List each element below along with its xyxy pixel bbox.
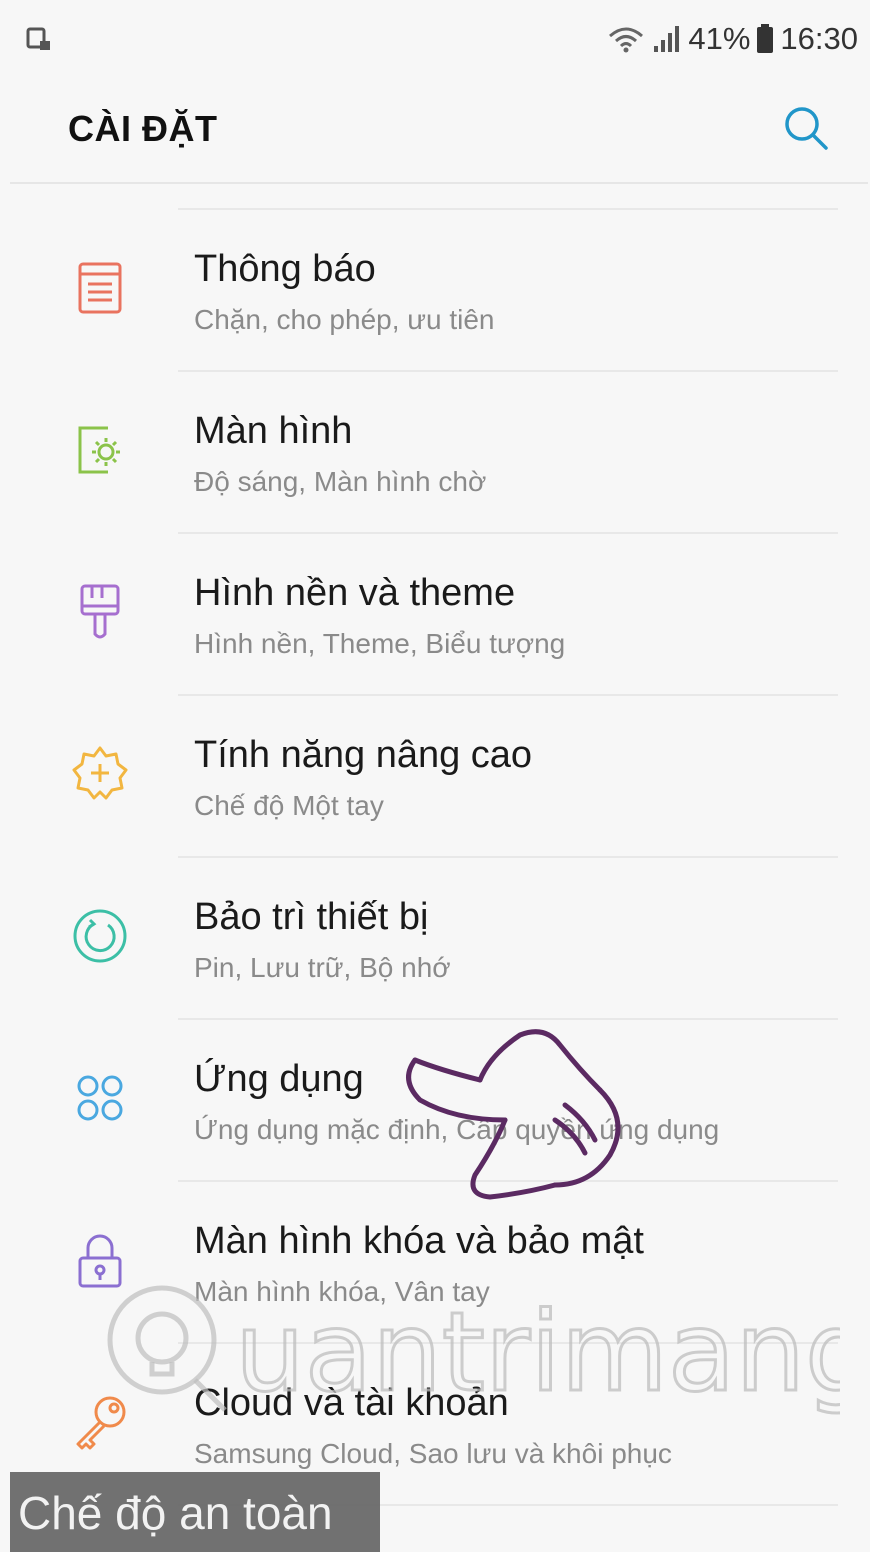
signal-icon: [652, 24, 682, 54]
settings-item-title: Thông báo: [194, 248, 376, 290]
safe-mode-label: Chế độ an toàn: [18, 1487, 333, 1539]
settings-item-subtitle: Màn hình khóa, Vân tay: [194, 1276, 490, 1307]
advanced-features-icon: [68, 742, 132, 806]
key-icon: [68, 1390, 132, 1454]
settings-item-title: Bảo trì thiết bị: [194, 896, 429, 938]
settings-item-subtitle: Độ sáng, Màn hình chờ: [194, 466, 487, 497]
settings-item-subtitle: Chặn, cho phép, ưu tiên: [194, 304, 495, 335]
device-maintenance-icon: [68, 904, 132, 968]
wifi-icon: [606, 24, 646, 54]
settings-item-apps[interactable]: Ứng dụng Ứng dụng mặc định, Cấp quyền ứn…: [0, 1020, 870, 1182]
page-title: CÀI ĐẶT: [68, 108, 218, 149]
settings-item-notifications[interactable]: Thông báo Chặn, cho phép, ưu tiên: [0, 210, 870, 372]
settings-item-title: Cloud và tài khoản: [194, 1382, 509, 1424]
safe-mode-banner: Chế độ an toàn: [10, 1472, 380, 1552]
settings-item-title: Hình nền và theme: [194, 572, 516, 614]
settings-item-title: Tính năng nâng cao: [194, 734, 533, 776]
settings-item-title: Màn hình khóa và bảo mật: [194, 1220, 644, 1262]
settings-list: Thông báo Chặn, cho phép, ưu tiên Màn hì…: [0, 210, 870, 1506]
screenshot-icon: [26, 26, 52, 52]
settings-item-subtitle: Pin, Lưu trữ, Bộ nhớ: [194, 952, 451, 983]
settings-item-subtitle: Ứng dụng mặc định, Cấp quyền ứng dụng: [194, 1114, 720, 1145]
display-icon: [68, 418, 132, 482]
search-icon: [785, 107, 828, 150]
clock: 16:30: [780, 21, 858, 56]
settings-item-title: Màn hình: [194, 410, 353, 452]
search-button[interactable]: [780, 102, 832, 154]
notifications-icon: [68, 256, 132, 320]
settings-item-lock-security[interactable]: Màn hình khóa và bảo mật Màn hình khóa, …: [0, 1182, 870, 1344]
settings-item-title: Ứng dụng: [194, 1058, 364, 1100]
apps-icon: [68, 1066, 132, 1130]
battery-percent: 41%: [688, 21, 751, 56]
lock-icon: [68, 1228, 132, 1292]
settings-item-subtitle: Chế độ Một tay: [194, 790, 384, 821]
settings-item-wallpaper-theme[interactable]: Hình nền và theme Hình nền, Theme, Biểu …: [0, 534, 870, 696]
wallpaper-brush-icon: [68, 580, 132, 644]
settings-item-subtitle: Samsung Cloud, Sao lưu và khôi phục: [194, 1438, 672, 1469]
status-bar: 41% 16:30: [0, 0, 870, 80]
battery-icon: [756, 24, 774, 54]
status-icons: 41% 16:30: [606, 16, 858, 62]
settings-item-advanced-features[interactable]: Tính năng nâng cao Chế độ Một tay: [0, 696, 870, 858]
app-bar: CÀI ĐẶT: [10, 80, 868, 184]
settings-item-display[interactable]: Màn hình Độ sáng, Màn hình chờ: [0, 372, 870, 534]
settings-item-device-maintenance[interactable]: Bảo trì thiết bị Pin, Lưu trữ, Bộ nhớ: [0, 858, 870, 1020]
settings-item-subtitle: Hình nền, Theme, Biểu tượng: [194, 628, 566, 659]
